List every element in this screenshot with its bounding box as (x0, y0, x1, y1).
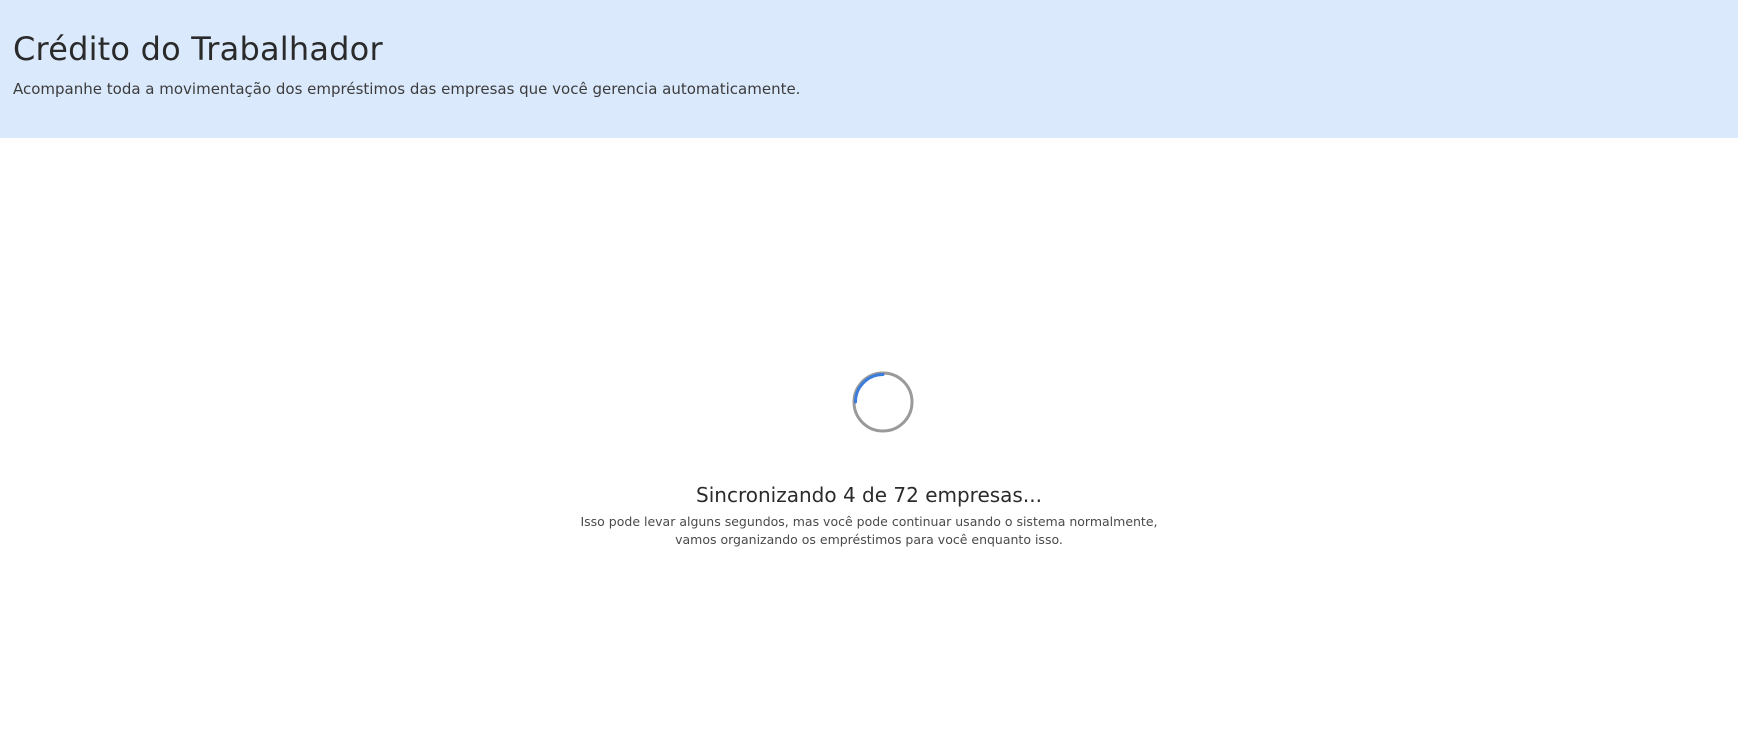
page-subtitle: Acompanhe toda a movimentação dos emprés… (13, 80, 801, 98)
page-header: Crédito do Trabalhador Acompanhe toda a … (0, 0, 1738, 138)
page-title: Crédito do Trabalhador (13, 30, 383, 68)
sync-hint-line-2: vamos organizando os empréstimos para vo… (675, 532, 1063, 547)
sync-hint-line-1: Isso pode levar alguns segundos, mas voc… (580, 514, 1158, 529)
sync-status-text: Sincronizando 4 de 72 empresas... (696, 483, 1042, 507)
loading-spinner-icon (852, 371, 914, 433)
